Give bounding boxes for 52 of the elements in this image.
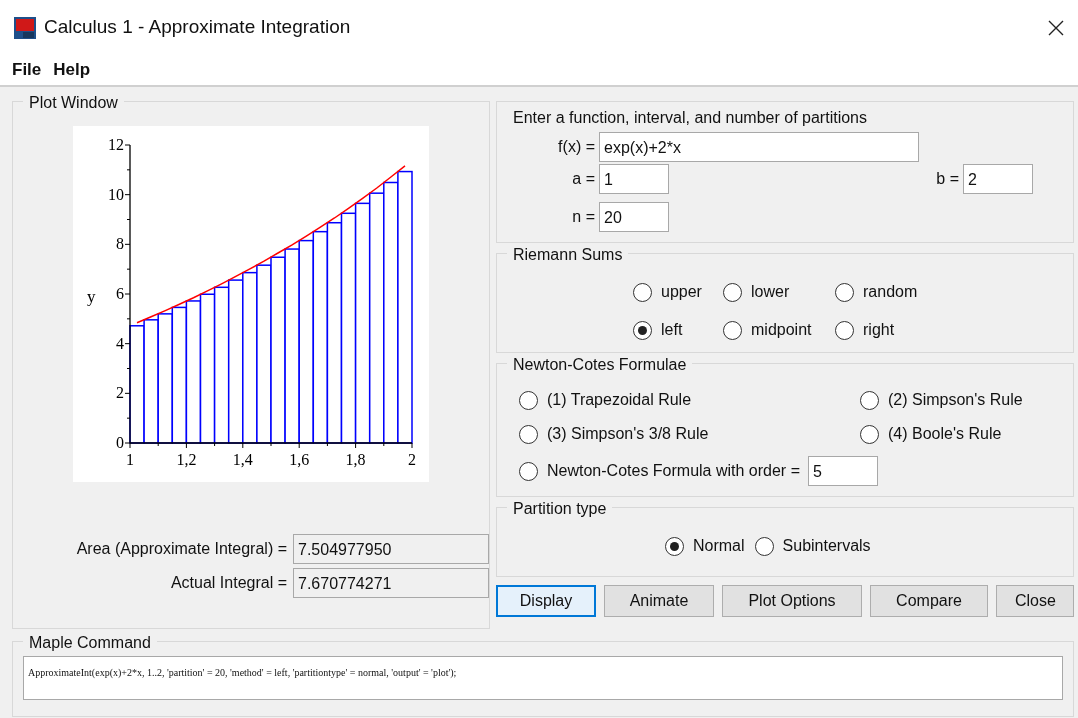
field-label: f(x) = (557, 137, 595, 157)
input-field[interactable]: 5 (808, 456, 878, 486)
axis-label: y (87, 287, 96, 306)
menu-item[interactable]: File (12, 57, 42, 83)
radio-option[interactable]: Newton-Cotes Formula with order = (519, 459, 800, 483)
tick-label: 1,8 (345, 451, 366, 468)
result-label: Area (Approximate Integral) = (76, 539, 287, 559)
tick-label: 1,4 (232, 451, 253, 468)
tick-label: 12 (108, 136, 124, 153)
panel-title: Enter a function, interval, and number of partitions (512, 108, 868, 128)
tick-label: 2 (116, 384, 124, 402)
button[interactable]: Close (996, 585, 1074, 617)
button[interactable]: Plot Options (722, 585, 862, 617)
radio-option[interactable]: right (835, 318, 935, 342)
radio-option[interactable]: random (835, 280, 935, 304)
field-label: n = (571, 207, 595, 227)
tick-label: 1,6 (289, 451, 310, 468)
button[interactable]: Compare (870, 585, 988, 617)
result-field: 7.670774271 (293, 568, 489, 598)
tick-label: 6 (116, 285, 124, 302)
tick-label: 1,2 (176, 451, 197, 468)
tick-label: 0 (116, 434, 124, 451)
radio-option[interactable]: Subintervals (754, 534, 871, 558)
tick-label: 10 (108, 185, 124, 203)
tick-label: 1 (126, 451, 134, 468)
result-label: Actual Integral = (170, 573, 287, 593)
radio-option[interactable]: lower (723, 280, 835, 304)
tick-label: 8 (116, 235, 124, 253)
input-field[interactable]: 2 (963, 164, 1033, 194)
button[interactable]: Display (496, 585, 596, 617)
window-title: Calculus 1 - Approximate Integration (44, 15, 351, 40)
radio-option[interactable]: left (633, 318, 723, 342)
radio-option[interactable]: Normal (665, 534, 745, 558)
radio-option[interactable]: upper (633, 280, 723, 304)
radio-option[interactable]: (1) Trapezoidal Rule (519, 388, 860, 412)
close-icon[interactable] (1048, 19, 1064, 36)
radio-option[interactable]: (4) Boole's Rule (860, 422, 1063, 446)
input-field[interactable]: 20 (599, 202, 669, 232)
menu-item[interactable]: Help (53, 57, 91, 83)
tick-label: 2 (408, 451, 416, 468)
radio-option[interactable]: (2) Simpson's Rule (860, 388, 1063, 412)
button[interactable]: Animate (604, 585, 714, 617)
app-icon (14, 16, 36, 39)
tick-label: 4 (116, 334, 124, 352)
command-field[interactable]: ApproximateInt(exp(x)+2*x, 1..2, 'partition' = 20, 'method' = left, 'partitiontype' = normal, 'output' = 'plot'); (23, 656, 1063, 700)
field-label: b = (935, 169, 959, 189)
radio-option[interactable]: (3) Simpson's 3/8 Rule (519, 422, 860, 446)
field-label: a = (571, 169, 595, 189)
result-field: 7.504977950 (293, 534, 489, 564)
radio-option[interactable]: midpoint (723, 318, 835, 342)
input-field[interactable]: exp(x)+2*x (599, 132, 919, 162)
input-field[interactable]: 1 (599, 164, 669, 194)
